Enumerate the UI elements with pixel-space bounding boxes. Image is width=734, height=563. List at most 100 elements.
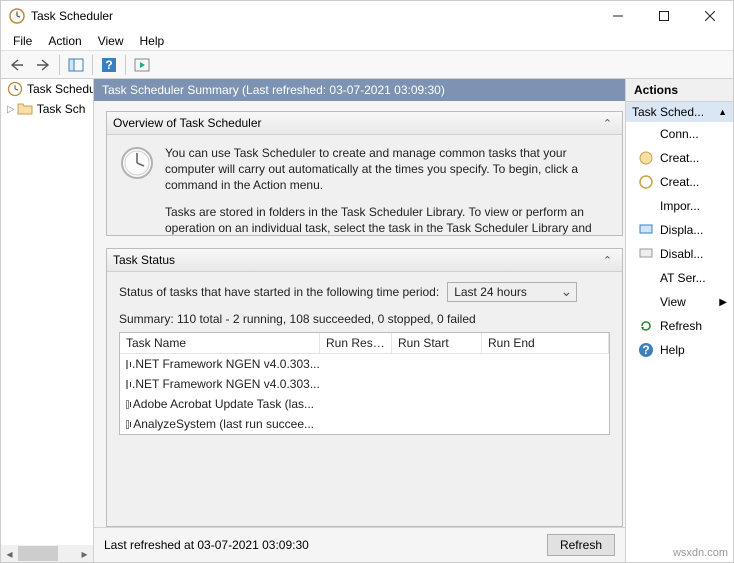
expand-icon[interactable] — [126, 420, 129, 429]
create-basic-icon — [638, 150, 654, 166]
scroll-thumb[interactable] — [18, 546, 58, 561]
overview-p1: You can use Task Scheduler to create and… — [165, 145, 610, 194]
help-button[interactable]: ? — [97, 53, 121, 77]
action-label: Conn... — [660, 127, 699, 141]
close-button[interactable] — [687, 1, 733, 31]
overview-panel-head[interactable]: Overview of Task Scheduler ⌃ — [107, 112, 622, 135]
actions-group-label: Task Sched... — [632, 105, 704, 119]
disable-icon — [638, 246, 654, 262]
table-header: Task Name Run Result Run Start Run End — [120, 333, 609, 354]
table-body: .NET Framework NGEN v4.0.303... .NET Fra… — [120, 354, 609, 434]
maximize-button[interactable] — [641, 1, 687, 31]
create-task-icon — [638, 174, 654, 190]
menu-view[interactable]: View — [90, 32, 132, 50]
overview-text: You can use Task Scheduler to create and… — [165, 145, 610, 235]
actions-group-header[interactable]: Task Sched... ▲ — [626, 102, 733, 122]
expand-icon[interactable]: ▷ — [7, 104, 15, 115]
action-import[interactable]: Impor... — [626, 194, 733, 218]
col-run-start[interactable]: Run Start — [392, 333, 482, 353]
window-controls — [595, 1, 733, 31]
overview-panel: Overview of Task Scheduler ⌃ You can use… — [106, 111, 623, 236]
action-label: Help — [660, 343, 685, 357]
menu-help[interactable]: Help — [132, 32, 173, 50]
content-area: Task Schedu ▷ Task Sch ◂ ▸ Task Schedule… — [1, 79, 733, 562]
submenu-arrow-icon: ▶ — [719, 297, 727, 308]
app-icon — [9, 8, 25, 24]
actions-header: Actions — [626, 79, 733, 102]
expand-icon[interactable] — [126, 380, 128, 389]
task-status-panel: Task Status ⌃ Status of tasks that have … — [106, 248, 623, 527]
menu-bar: File Action View Help — [1, 31, 733, 51]
scroll-right-icon[interactable]: ▸ — [76, 545, 93, 562]
action-label: Creat... — [660, 151, 699, 165]
tree-pane: Task Schedu ▷ Task Sch ◂ ▸ — [1, 79, 94, 562]
summary-header: Task Scheduler Summary (Last refreshed: … — [94, 79, 625, 101]
table-row[interactable]: Adobe Acrobat Update Task (las... — [120, 394, 609, 414]
action-create-task[interactable]: Creat... — [626, 170, 733, 194]
tree-root[interactable]: Task Schedu — [1, 79, 93, 99]
action-at-service[interactable]: AT Ser... — [626, 266, 733, 290]
table-row[interactable]: .NET Framework NGEN v4.0.303... — [120, 374, 609, 394]
period-select[interactable]: Last 24 hours — [447, 282, 577, 302]
task-status-head[interactable]: Task Status ⌃ — [107, 249, 622, 272]
col-run-result[interactable]: Run Result — [320, 333, 392, 353]
main-footer: Last refreshed at 03-07-2021 03:09:30 Re… — [94, 527, 625, 562]
title-bar: Task Scheduler — [1, 1, 733, 31]
task-status-title: Task Status — [113, 253, 175, 267]
collapse-icon[interactable]: ⌃ — [599, 117, 616, 130]
task-status-body: Status of tasks that have started in the… — [107, 272, 622, 526]
action-view[interactable]: View ▶ — [626, 290, 733, 314]
show-hide-tree-button[interactable] — [64, 53, 88, 77]
clock-large-icon — [119, 145, 155, 181]
action-disable[interactable]: Disabl... — [626, 242, 733, 266]
action-help[interactable]: ? Help — [626, 338, 733, 362]
cell-name: AnalyzeSystem (last run succee... — [133, 417, 314, 431]
toolbar-separator — [125, 55, 126, 75]
toolbar-separator — [92, 55, 93, 75]
collapse-icon[interactable]: ⌃ — [599, 254, 616, 267]
action-label: Displa... — [660, 223, 703, 237]
action-label: Impor... — [660, 199, 700, 213]
svg-text:?: ? — [105, 58, 112, 72]
overview-title: Overview of Task Scheduler — [113, 116, 262, 130]
at-service-icon — [638, 270, 654, 286]
connect-icon — [638, 126, 654, 142]
cell-name: .NET Framework NGEN v4.0.303... — [132, 357, 320, 371]
forward-button[interactable] — [31, 53, 55, 77]
table-row[interactable]: .NET Framework NGEN v4.0.303... — [120, 354, 609, 374]
toolbar: ? — [1, 51, 733, 79]
last-refreshed-label: Last refreshed at 03-07-2021 03:09:30 — [104, 538, 309, 552]
expand-icon[interactable] — [126, 360, 128, 369]
expand-icon[interactable] — [126, 400, 129, 409]
help-icon: ? — [638, 342, 654, 358]
overview-p2: Tasks are stored in folders in the Task … — [165, 204, 610, 235]
chevron-up-icon: ▲ — [718, 107, 727, 117]
back-button[interactable] — [5, 53, 29, 77]
status-period-label: Status of tasks that have started in the… — [119, 285, 439, 299]
task-table: Task Name Run Result Run Start Run End .… — [119, 332, 610, 435]
scroll-left-icon[interactable]: ◂ — [1, 545, 18, 562]
tree-child[interactable]: ▷ Task Sch — [1, 99, 93, 119]
refresh-button[interactable]: Refresh — [547, 534, 615, 556]
clock-icon — [7, 81, 23, 97]
tree-hscrollbar[interactable]: ◂ ▸ — [1, 545, 93, 562]
run-button[interactable] — [130, 53, 154, 77]
action-label: Creat... — [660, 175, 699, 189]
table-row[interactable]: AnalyzeSystem (last run succee... — [120, 414, 609, 434]
action-display[interactable]: Displa... — [626, 218, 733, 242]
action-label: Disabl... — [660, 247, 703, 261]
col-task-name[interactable]: Task Name — [120, 333, 320, 353]
folder-icon — [17, 101, 33, 117]
menu-action[interactable]: Action — [40, 32, 89, 50]
action-refresh[interactable]: Refresh — [626, 314, 733, 338]
action-connect[interactable]: Conn... — [626, 122, 733, 146]
cell-name: .NET Framework NGEN v4.0.303... — [132, 377, 320, 391]
col-run-end[interactable]: Run End — [482, 333, 609, 353]
menu-file[interactable]: File — [5, 32, 40, 50]
action-create-basic[interactable]: Creat... — [626, 146, 733, 170]
overview-body: You can use Task Scheduler to create and… — [107, 135, 622, 235]
view-icon — [638, 294, 654, 310]
tree-root-label: Task Schedu — [27, 82, 93, 96]
minimize-button[interactable] — [595, 1, 641, 31]
refresh-icon — [638, 318, 654, 334]
